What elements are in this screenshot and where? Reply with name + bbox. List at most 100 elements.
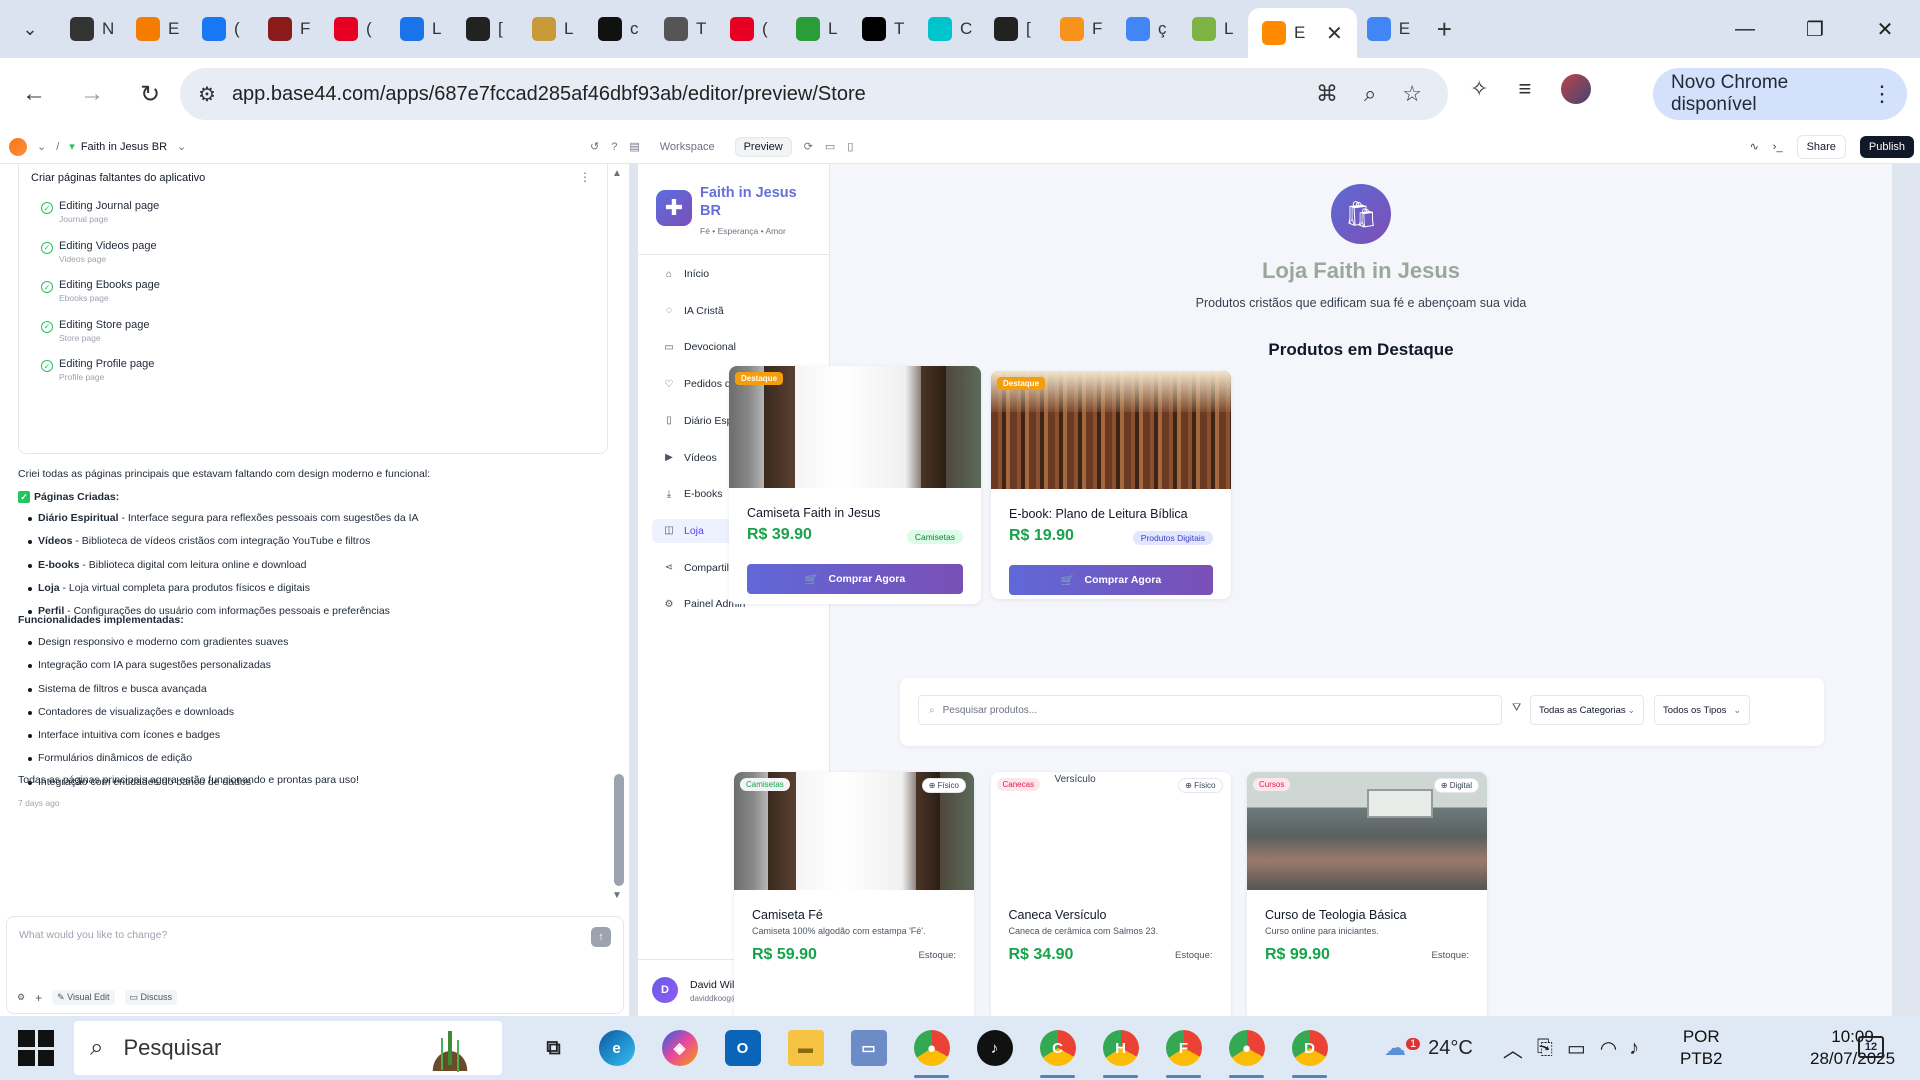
buy-now-button[interactable]: 🛒 Comprar Agora [1009, 565, 1213, 595]
profile-avatar[interactable] [1561, 74, 1592, 104]
task-view-icon[interactable]: ⧉ [522, 1024, 585, 1072]
sidebar-item-devocional[interactable]: ▭ Devocional [652, 335, 814, 359]
project-chevron-icon[interactable]: ⌄ [177, 140, 186, 153]
browser-tab[interactable]: L [522, 9, 588, 49]
tab-search-icon[interactable]: ⌄ [8, 9, 52, 49]
chrome-update-button[interactable]: Novo Chrome disponível ⋮ [1653, 68, 1907, 120]
laptop-app-icon[interactable]: ▭ [837, 1024, 900, 1072]
address-bar[interactable]: ⚙ app.base44.com/apps/687e7fccad285af46d… [180, 68, 1448, 120]
show-hidden-icons[interactable]: ︿ [1503, 1034, 1523, 1063]
scroll-up-icon[interactable]: ▲ [612, 168, 622, 179]
buy-now-button[interactable]: 🛒 Comprar Agora [747, 564, 963, 594]
category-select[interactable]: Todas as Categorias ⌄ [1530, 695, 1644, 725]
project-name[interactable]: Faith in Jesus BR [81, 141, 167, 153]
browser-tab[interactable]: [ [456, 9, 522, 49]
chrome-icon[interactable]: ● [900, 1024, 963, 1078]
close-window-icon[interactable]: ✕ [1850, 17, 1920, 42]
browser-tab[interactable]: T [654, 9, 720, 49]
browser-tab[interactable]: E ✕ [1248, 8, 1357, 58]
task-title: Editing Profile page [59, 358, 155, 370]
zoom-icon[interactable]: ⌕ [1364, 81, 1376, 107]
base44-logo[interactable] [9, 137, 27, 156]
browser-tab[interactable]: L [390, 9, 456, 49]
browser-tab[interactable]: ( [720, 9, 786, 49]
outlook-icon[interactable]: O [711, 1024, 774, 1072]
send-icon[interactable]: ↑ [591, 927, 611, 947]
taskbar-search[interactable]: ⌕ Pesquisar [74, 1021, 502, 1075]
browser-tab[interactable]: [ [984, 9, 1050, 49]
browser-tab[interactable]: F [1050, 9, 1116, 49]
sidebar-item-in-cio[interactable]: ⌂ Início [652, 262, 814, 286]
browser-tab[interactable]: C [918, 9, 984, 49]
browser-tab[interactable]: L [1182, 9, 1248, 49]
terminal-icon[interactable]: ›_ [1773, 141, 1783, 153]
edge-icon[interactable]: e [585, 1024, 648, 1072]
translate-icon[interactable]: ⌘ [1316, 81, 1338, 107]
tab-preview[interactable]: Preview [734, 136, 792, 157]
plant-illustration [410, 1025, 490, 1071]
discuss-button[interactable]: ▭ Discuss [124, 990, 178, 1005]
mobile-view-icon[interactable]: ▯ [847, 140, 853, 153]
browser-tab[interactable]: E [126, 9, 192, 49]
chrome-profile-h-icon[interactable]: H [1089, 1024, 1152, 1078]
url-text[interactable]: app.base44.com/apps/687e7fccad285af46dbf… [232, 83, 1316, 106]
chrome-profile-c-icon[interactable]: C [1026, 1024, 1089, 1078]
browser-tab[interactable]: ( [192, 9, 258, 49]
browser-tab[interactable]: L [786, 9, 852, 49]
browser-tab[interactable]: c [588, 9, 654, 49]
minimize-icon[interactable]: — [1710, 18, 1780, 41]
refresh-preview-icon[interactable]: ⟳ [804, 140, 813, 153]
browser-tab[interactable]: ( [324, 9, 390, 49]
chrome-profile-d-icon[interactable]: D [1278, 1024, 1341, 1078]
new-tab-icon[interactable]: + [1437, 14, 1452, 45]
file-explorer-icon[interactable]: ▬ [774, 1024, 837, 1072]
browser-tab[interactable]: N [60, 9, 126, 49]
help-icon[interactable]: ? [611, 141, 617, 153]
extensions-icon[interactable]: ✧ [1470, 76, 1488, 102]
notification-icon[interactable]: 12 [1858, 1036, 1884, 1058]
back-icon[interactable]: ← [10, 80, 58, 108]
more-options-icon[interactable]: ⋮ [579, 170, 591, 184]
media-control-icon[interactable]: ≡ [1518, 76, 1531, 102]
sidebar-item-ia-crist-[interactable]: ◌ IA Cristã [652, 299, 814, 323]
wifi-icon[interactable]: ◠ [1600, 1036, 1617, 1061]
browser-tab[interactable]: E [1357, 9, 1423, 49]
settings-icon[interactable]: ⚙ [17, 992, 25, 1003]
type-select[interactable]: Todos os Tipos ⌄ [1654, 695, 1750, 725]
analytics-icon[interactable]: ∿ [1750, 140, 1759, 153]
close-tab-icon[interactable]: ✕ [1326, 21, 1343, 46]
site-info-icon[interactable]: ⚙ [198, 82, 216, 107]
desktop-view-icon[interactable]: ▭ [825, 140, 835, 153]
tiktok-icon[interactable]: ♪ [963, 1024, 1026, 1072]
publish-button[interactable]: Publish [1859, 135, 1914, 158]
temperature[interactable]: 24°C [1428, 1037, 1473, 1060]
share-button[interactable]: Share [1796, 134, 1846, 159]
add-icon[interactable]: + [35, 991, 42, 1005]
bookmark-star-icon[interactable]: ☆ [1402, 81, 1422, 107]
composer-input[interactable]: What would you like to change? [19, 929, 167, 941]
weather-icon[interactable]: ☁ 1 [1384, 1035, 1421, 1061]
scroll-down-icon[interactable]: ▼ [612, 890, 622, 901]
search-input[interactable]: ⌕ Pesquisar produtos... [918, 695, 1502, 725]
chrome-profile-g-icon[interactable]: ● [1215, 1024, 1278, 1078]
browser-tab[interactable]: F [258, 9, 324, 49]
chrome-profile-f-icon[interactable]: F [1152, 1024, 1215, 1078]
copilot-icon[interactable]: ◈ [648, 1024, 711, 1072]
windows-start-icon[interactable] [18, 1030, 54, 1066]
volume-icon[interactable]: ♪ [1629, 1037, 1639, 1060]
input-language[interactable]: POR PTB2 [1680, 1026, 1723, 1070]
layout-icon[interactable]: ▤ [629, 140, 639, 153]
browser-tab[interactable]: T [852, 9, 918, 49]
reload-icon[interactable]: ↻ [126, 80, 174, 109]
tab-workspace[interactable]: Workspace [652, 138, 723, 156]
chat-scrollbar[interactable] [614, 774, 624, 886]
chevron-down-icon[interactable]: ⌄ [37, 140, 46, 153]
meet-icon[interactable]: ⎘ [1537, 1037, 1553, 1060]
battery-icon[interactable]: ▭ [1567, 1036, 1586, 1061]
history-icon[interactable]: ↺ [590, 140, 599, 153]
forward-icon[interactable]: → [68, 80, 116, 108]
restore-icon[interactable]: ❐ [1780, 17, 1850, 42]
more-menu-icon[interactable]: ⋮ [1871, 81, 1893, 107]
browser-tab[interactable]: ç [1116, 9, 1182, 49]
visual-edit-button[interactable]: ✎ Visual Edit [52, 990, 115, 1005]
